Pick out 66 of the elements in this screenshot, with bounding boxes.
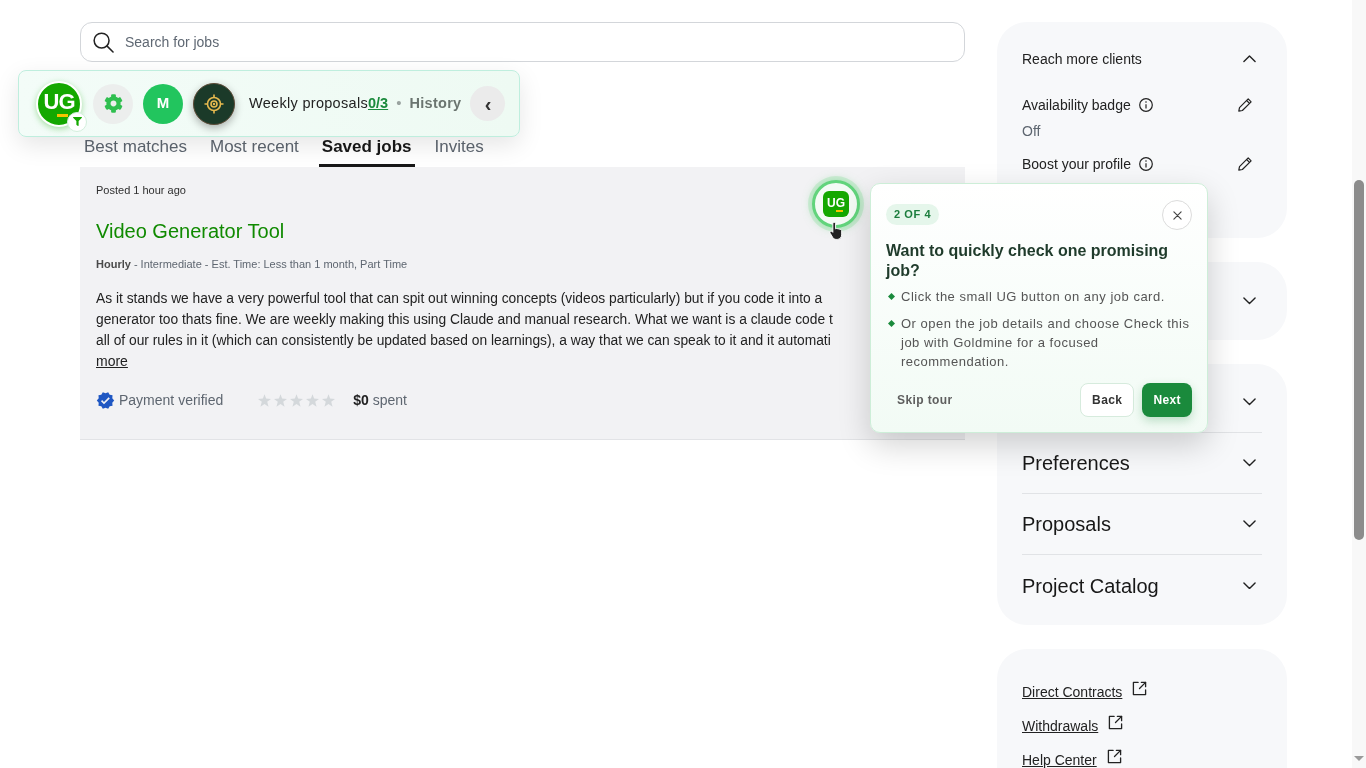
section-title: Preferences bbox=[1022, 451, 1130, 476]
chevron-down-icon[interactable] bbox=[1243, 581, 1256, 590]
star-icon bbox=[322, 393, 336, 407]
setting-value: Off bbox=[1022, 122, 1041, 141]
sidebar-link[interactable]: Help Center bbox=[1022, 752, 1097, 768]
star-icon bbox=[274, 393, 288, 407]
diamond-bullet-icon bbox=[888, 320, 895, 327]
section-title: Project Catalog bbox=[1022, 573, 1159, 599]
scrollbar[interactable] bbox=[1352, 0, 1366, 768]
info-icon[interactable] bbox=[1138, 157, 1153, 171]
external-link-icon[interactable] bbox=[1108, 714, 1124, 730]
proposal-count-link[interactable]: 0/3 bbox=[368, 92, 389, 115]
pencil-icon[interactable] bbox=[1238, 157, 1252, 171]
payment-status: Payment verified bbox=[119, 390, 224, 410]
tab[interactable]: Invites bbox=[431, 136, 487, 167]
tab[interactable]: Best matches bbox=[81, 136, 190, 167]
job-meta: Hourly - Intermediate - Est. Time: Less than 1 month, Part Time bbox=[96, 257, 408, 272]
close-icon bbox=[1172, 210, 1182, 220]
amount-spent: $0 spent bbox=[353, 390, 407, 410]
setting-label: Boost your profile bbox=[1022, 155, 1131, 174]
scroll-down-arrow-icon[interactable] bbox=[1354, 756, 1364, 761]
chevron-down-icon[interactable] bbox=[1243, 297, 1256, 305]
target-icon bbox=[204, 93, 224, 114]
collapse-button[interactable]: ‹ bbox=[470, 86, 506, 121]
target-button[interactable] bbox=[193, 82, 235, 125]
separator-dot: • bbox=[396, 93, 402, 114]
sidebar-link[interactable]: Withdrawals bbox=[1022, 718, 1099, 734]
chevron-down-icon[interactable] bbox=[1243, 459, 1256, 467]
scrollbar-thumb[interactable] bbox=[1354, 180, 1364, 540]
hand-cursor-icon bbox=[829, 221, 844, 240]
pencil-icon[interactable] bbox=[1238, 98, 1252, 112]
star-icon bbox=[290, 393, 304, 407]
external-link-icon[interactable] bbox=[1106, 748, 1122, 764]
posted-time: Posted 1 hour ago bbox=[96, 183, 186, 198]
more-link[interactable]: more bbox=[96, 351, 128, 372]
job-title[interactable]: Video Generator Tool bbox=[96, 218, 285, 244]
ug-logo-button[interactable]: UG bbox=[36, 80, 82, 127]
step-badge: 2 OF 4 bbox=[886, 204, 940, 225]
back-button[interactable]: Back bbox=[1080, 383, 1135, 417]
tour-tip: Or open the job details and choose Check this job with Goldmine for a focused recommendation. bbox=[901, 315, 1191, 371]
accent-bar-icon bbox=[835, 209, 843, 212]
star-icon bbox=[306, 393, 320, 407]
chevron-down-icon[interactable] bbox=[1243, 398, 1256, 406]
history-link[interactable]: History bbox=[409, 92, 462, 115]
section-title: Reach more clients bbox=[1022, 50, 1142, 69]
search-icon bbox=[93, 31, 114, 53]
ug-check-button[interactable]: UG bbox=[812, 180, 860, 228]
sidebar-link[interactable]: Direct Contracts bbox=[1022, 684, 1123, 700]
tour-tip: Click the small UG button on any job card. bbox=[901, 288, 1165, 306]
verified-badge-icon bbox=[96, 390, 115, 410]
setting-label: Availability badge bbox=[1022, 96, 1131, 115]
settings-icon bbox=[103, 94, 123, 113]
accent-bar-icon bbox=[56, 113, 68, 117]
section-title: Proposals bbox=[1022, 512, 1111, 537]
next-button[interactable]: Next bbox=[1142, 383, 1192, 417]
tour-title: Want to quickly check one promising job? bbox=[886, 241, 1170, 281]
search-field[interactable]: Search for jobs bbox=[80, 22, 965, 62]
weekly-proposals-label: Weekly proposals bbox=[249, 93, 368, 113]
external-link-icon[interactable] bbox=[1132, 680, 1148, 696]
info-icon[interactable] bbox=[1138, 98, 1153, 112]
diamond-bullet-icon bbox=[888, 293, 895, 300]
tab[interactable]: Most recent bbox=[207, 136, 302, 167]
chevron-down-icon[interactable] bbox=[1243, 520, 1256, 528]
chevron-up-icon[interactable] bbox=[1243, 55, 1256, 63]
star-icon bbox=[258, 393, 272, 407]
skip-tour-button[interactable]: Skip tour bbox=[897, 391, 953, 409]
